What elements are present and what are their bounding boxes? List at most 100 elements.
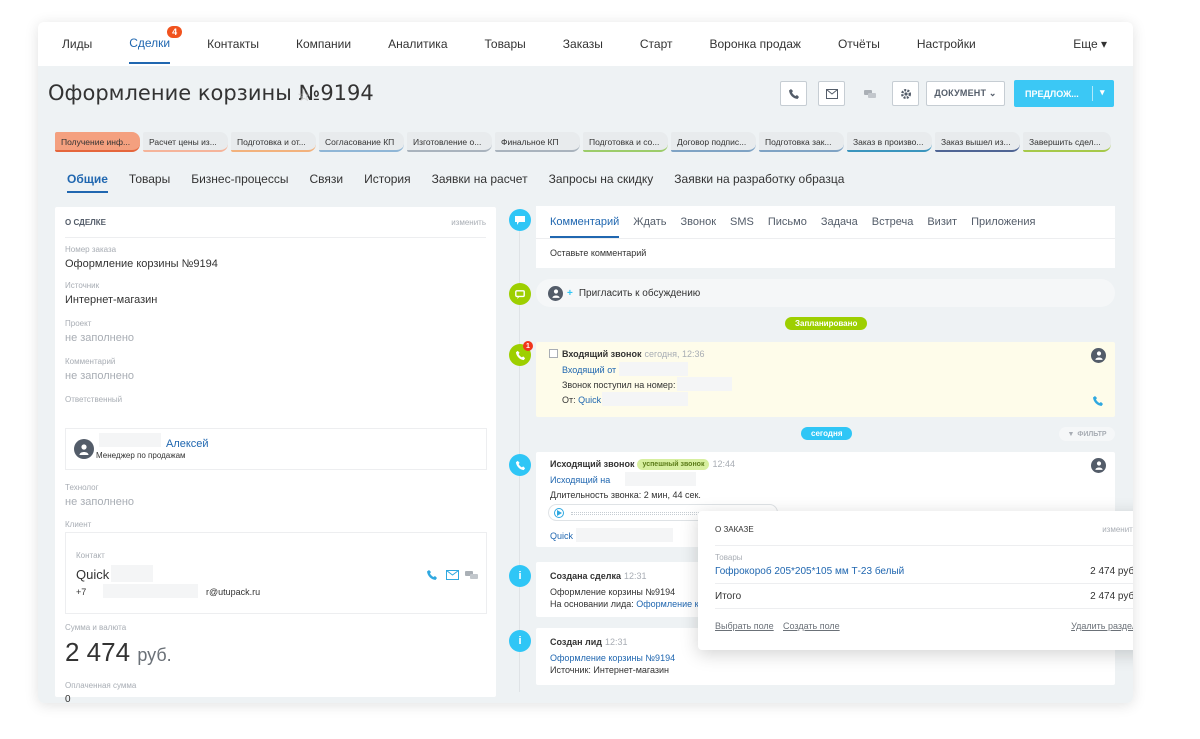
stage-3[interactable]: Подготовка и от... (231, 132, 316, 152)
nav-deals[interactable]: Сделки 4 (129, 24, 183, 64)
project-value: не заполнено (65, 332, 135, 344)
nav-contacts[interactable]: Контакты (207, 25, 259, 63)
phone-icon (509, 454, 531, 476)
play-icon[interactable] (554, 508, 564, 518)
product-link[interactable]: Гофрокороб 205*205*105 мм Т-23 белый (715, 566, 904, 577)
contact-email[interactable]: r@utupack.ru (206, 587, 260, 597)
chat-icon[interactable] (465, 570, 478, 580)
nav-reports[interactable]: Отчёты (838, 25, 880, 63)
stage-7[interactable]: Подготовка и со... (583, 132, 668, 152)
nav-analytics[interactable]: Аналитика (388, 25, 447, 63)
incoming-from-line[interactable]: Входящий от (562, 365, 616, 375)
envelope-icon[interactable] (446, 570, 459, 580)
tab-sms[interactable]: SMS (730, 216, 754, 238)
nav-orders[interactable]: Заказы (563, 25, 603, 63)
create-field-link[interactable]: Создать поле (783, 621, 840, 631)
document-button[interactable]: ДОКУМЕНТ ⌄ (926, 81, 1005, 106)
redacted-contact (576, 528, 673, 542)
phone-icon[interactable] (1092, 395, 1104, 410)
settings-button[interactable] (892, 81, 919, 106)
responsible-block[interactable]: Алексей Менеджер по продажам (65, 428, 487, 470)
source-value: Интернет-магазин (65, 294, 158, 306)
redacted-number (619, 362, 688, 376)
nav-products[interactable]: Товары (485, 25, 526, 63)
stage-4[interactable]: Согласование КП (319, 132, 404, 152)
stage-9[interactable]: Подготовка зак... (759, 132, 844, 152)
stage-12[interactable]: Завершить сдел... (1023, 132, 1111, 152)
responsible-name[interactable]: Алексей (166, 438, 209, 450)
stage-6[interactable]: Финальное КП (495, 132, 580, 152)
stage-5[interactable]: Изготовление о... (407, 132, 492, 152)
tab-task[interactable]: Задача (821, 216, 858, 238)
deal-created-line1: Оформление корзины №9194 (550, 587, 676, 597)
tab-visit[interactable]: Визит (927, 216, 957, 238)
outgoing-call-time: 12:44 (712, 459, 735, 469)
email-button[interactable] (818, 81, 845, 106)
nav-settings[interactable]: Настройки (917, 25, 976, 63)
project-label: Проект (65, 319, 92, 328)
stage-1[interactable]: Получение инф... (55, 132, 140, 152)
tab-discount-requests[interactable]: Запросы на скидку (549, 172, 654, 193)
lead-created-link[interactable]: Оформление корзины №9194 (550, 653, 675, 663)
today-pill: сегодня (801, 427, 853, 440)
chevron-down-icon[interactable]: ▾ (1100, 87, 1105, 98)
tab-history[interactable]: История (364, 172, 411, 193)
nav-leads[interactable]: Лиды (62, 25, 92, 63)
contact-name[interactable]: Quick (76, 567, 109, 582)
about-deal-edit-link[interactable]: изменить (451, 218, 486, 227)
nav-start[interactable]: Старт (640, 25, 673, 63)
contact-label: Контакт (76, 551, 105, 560)
goods-label: Товары (715, 553, 743, 562)
stage-11[interactable]: Заказ вышел из... (935, 132, 1020, 152)
filter-label: ФИЛЬТР (1077, 430, 1107, 438)
comment-input[interactable]: Оставьте комментарий (550, 248, 646, 258)
success-badge: успешный звонок (637, 459, 710, 470)
order-popup-edit-link[interactable]: изменить (1102, 525, 1133, 534)
outgoing-call-title: Исходящий звонок (550, 459, 635, 469)
incoming-call-header: Входящий звонок сегодня, 12:36 (562, 349, 705, 359)
tab-meeting[interactable]: Встреча (872, 216, 914, 238)
nav-more-menu[interactable]: Еще ▾ (1073, 37, 1107, 51)
outgoing-to-line[interactable]: Исходящий на (550, 475, 610, 485)
tab-calc-requests[interactable]: Заявки на расчет (432, 172, 528, 193)
from-contact-link[interactable]: Quick (578, 395, 601, 405)
tab-sample-requests[interactable]: Заявки на разработку образца (674, 172, 844, 193)
favorite-star-icon[interactable]: ☆ (297, 86, 311, 106)
tab-call[interactable]: Звонок (681, 216, 717, 238)
nav-companies[interactable]: Компании (296, 25, 351, 63)
tab-apps[interactable]: Приложения (971, 216, 1035, 238)
incoming-from-contact: От: Quick (562, 395, 601, 405)
responsible-role: Менеджер по продажам (96, 451, 186, 460)
stage-10[interactable]: Заказ в произво... (847, 132, 932, 152)
tab-business-processes[interactable]: Бизнес-процессы (191, 172, 288, 193)
tab-products[interactable]: Товары (129, 172, 170, 193)
chat-button[interactable] (856, 81, 883, 106)
sum-value: 2 474 (65, 637, 131, 667)
stage-8[interactable]: Договор подпис... (671, 132, 756, 152)
invite-to-discussion[interactable]: + Пригласить к обсуждению (536, 279, 1115, 307)
complete-checkbox[interactable] (549, 349, 558, 358)
filter-button[interactable]: ▼ ФИЛЬТР (1059, 427, 1115, 441)
incoming-call-card: Входящий звонок сегодня, 12:36 Входящий о… (536, 342, 1115, 417)
tab-email[interactable]: Письмо (768, 216, 807, 238)
divider (65, 237, 486, 238)
propose-button[interactable]: ПРЕДЛОЖ... ▾ (1014, 80, 1114, 107)
deal-created-lead-link[interactable]: Оформление ко (636, 599, 703, 609)
choose-field-link[interactable]: Выбрать поле (715, 621, 774, 631)
incoming-number-line: Звонок поступил на номер: (562, 380, 676, 390)
tab-general[interactable]: Общие (67, 172, 108, 193)
tab-comment[interactable]: Комментарий (550, 216, 620, 238)
about-deal-heading: О СДЕЛКЕ (65, 218, 106, 227)
outgoing-contact-link[interactable]: Quick (550, 531, 573, 541)
phone-icon[interactable] (426, 569, 438, 581)
source-label: Источник (65, 281, 100, 290)
gear-icon (900, 88, 911, 99)
stage-2[interactable]: Расчет цены из... (143, 132, 228, 152)
call-button[interactable] (780, 81, 807, 106)
deal-created-basis: На основании лида: (550, 599, 634, 609)
tab-links[interactable]: Связи (309, 172, 343, 193)
delete-section-link[interactable]: Удалить раздел (1071, 621, 1133, 631)
nav-sales-funnel[interactable]: Воронка продаж (710, 25, 801, 63)
deal-created-title: Создана сделка (550, 571, 621, 581)
tab-wait[interactable]: Ждать (633, 216, 666, 238)
